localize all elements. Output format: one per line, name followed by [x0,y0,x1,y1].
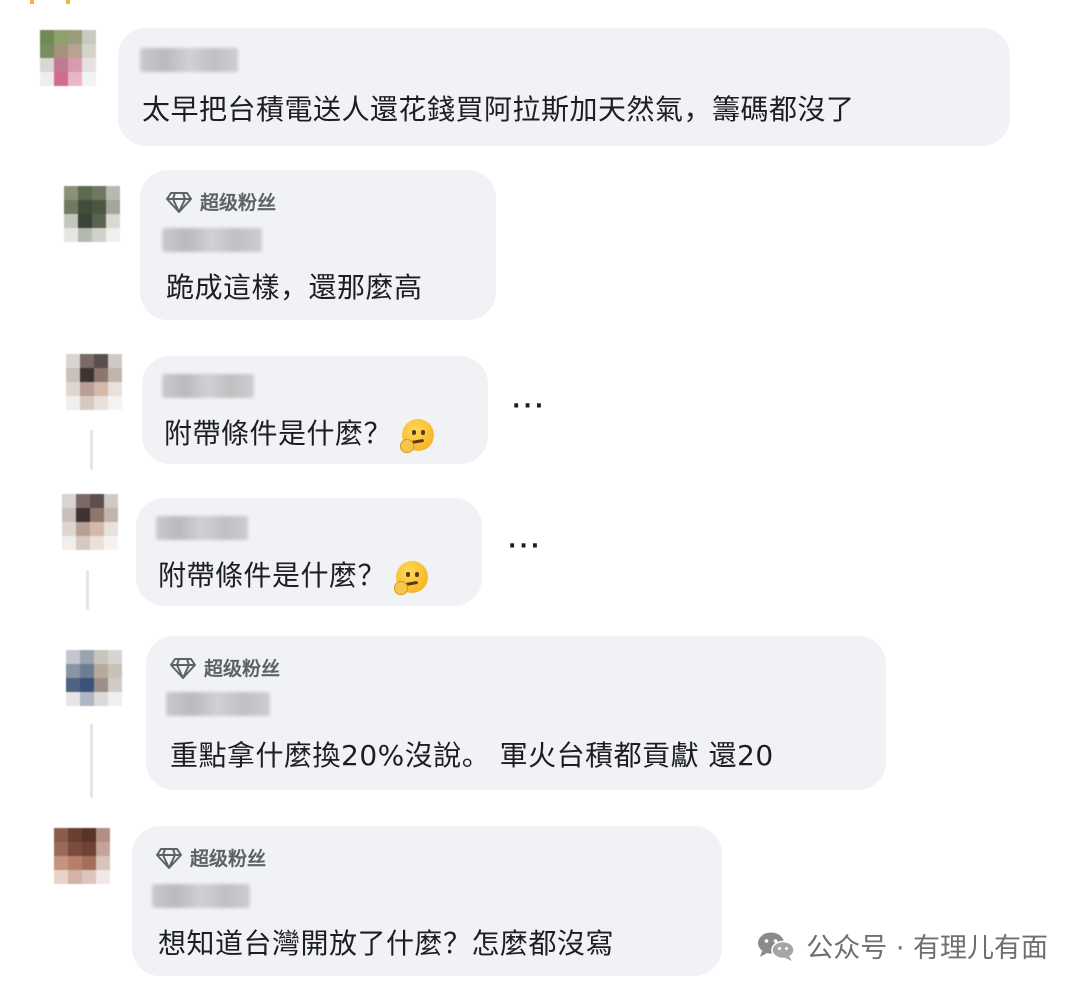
comment-text-content: 附帶條件是什麼？ [158,559,387,592]
author-name-redacted[interactable] [166,692,270,716]
super-fan-badge: 超级粉丝 [170,654,280,681]
diamond-icon [170,657,196,679]
super-fan-badge: 超级粉丝 [166,188,276,215]
author-name-redacted[interactable] [140,48,238,72]
comment-bubble: 附帶條件是什麼？ [142,356,488,464]
more-options-button[interactable]: ··· [508,534,542,559]
comment-text: 想知道台灣開放了什麼？怎麼都沒寫 [158,927,615,960]
author-name-redacted[interactable] [156,516,248,540]
diamond-icon [156,847,182,869]
diamond-icon [166,191,192,213]
author-name-redacted[interactable] [152,884,250,908]
corner-accent [30,0,70,4]
avatar[interactable] [62,494,118,550]
comment-bubble: 超级粉丝 跪成這樣，還那麼高 [140,170,496,320]
author-name-redacted[interactable] [162,228,262,252]
badge-label: 超级粉丝 [204,658,281,680]
comment-bubble: 附帶條件是什麼？ [136,498,482,606]
comment-text: 跪成這樣，還那麼高 [166,271,423,304]
more-options-button[interactable]: ··· [512,394,546,419]
comment-text-content: 附帶條件是什麼？ [164,417,393,450]
super-fan-badge: 超级粉丝 [156,844,266,871]
thread-line [90,430,93,470]
comment-bubble: 超级粉丝 重點拿什麼換20%沒說。 軍火台積都貢獻 還20 [146,636,886,790]
comment-text: 太早把台積電送人還花錢買阿拉斯加天然氣，籌碼都沒了 [142,93,855,126]
comment-text: 附帶條件是什麼？ [164,412,435,453]
thinking-face-emoji [394,561,429,595]
badge-label: 超级粉丝 [200,192,277,214]
avatar[interactable] [66,650,122,706]
comment-bubble: 太早把台積電送人還花錢買阿拉斯加天然氣，籌碼都沒了 [118,28,1010,146]
badge-label: 超级粉丝 [190,848,267,870]
author-name-redacted[interactable] [162,374,254,398]
comment-text: 重點拿什麼換20%沒說。 軍火台積都貢獻 還20 [170,739,774,772]
thread-line [86,570,89,610]
wechat-icon [758,932,795,961]
comment-text: 附帶條件是什麼？ [158,554,429,595]
watermark-text: 公众号 · 有理儿有面 [806,933,1048,964]
avatar[interactable] [66,354,122,410]
thinking-face-emoji [400,419,435,453]
avatar[interactable] [64,186,120,242]
avatar[interactable] [54,828,110,884]
comment-bubble: 超级粉丝 想知道台灣開放了什麼？怎麼都沒寫 [132,826,722,976]
watermark: 公众号 · 有理儿有面 [756,926,1048,965]
avatar[interactable] [40,30,96,86]
thread-line [90,724,93,798]
